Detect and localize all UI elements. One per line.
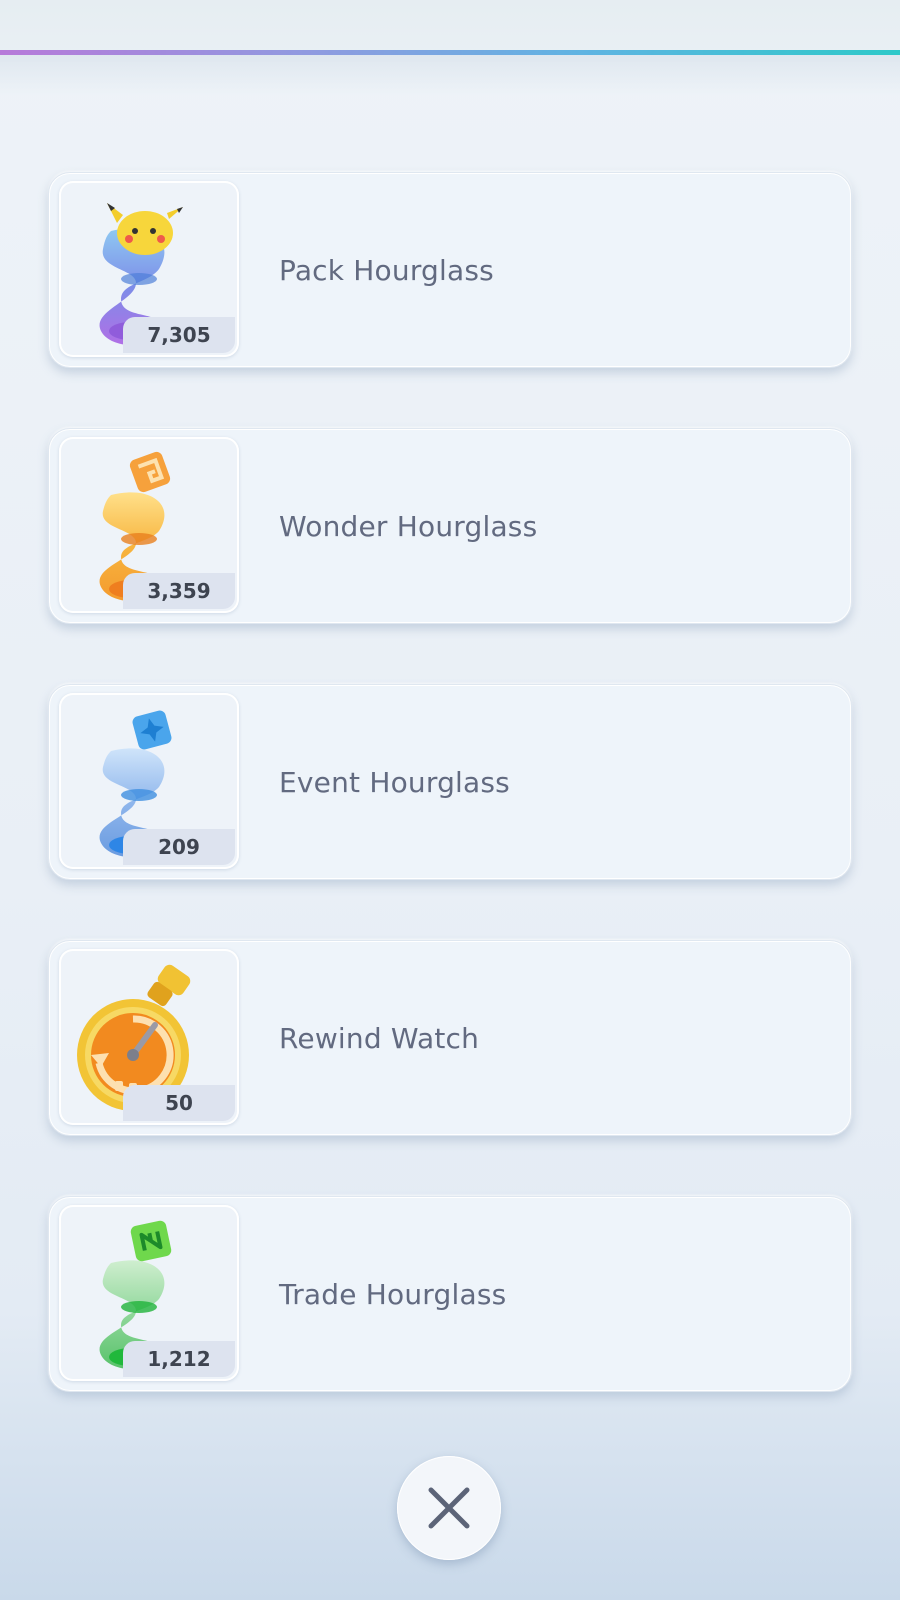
item-thumbnail: 7,305 [59, 181, 239, 357]
item-card-trade-hourglass[interactable]: 1,212 Trade Hourglass [48, 1196, 852, 1392]
item-label: Rewind Watch [279, 1022, 480, 1055]
item-label: Wonder Hourglass [279, 510, 538, 543]
item-card-pack-hourglass[interactable]: 7,305 Pack Hourglass [48, 172, 852, 368]
item-card-event-hourglass[interactable]: 209 Event Hourglass [48, 684, 852, 880]
item-count: 1,212 [123, 1341, 235, 1377]
item-count: 7,305 [123, 317, 235, 353]
item-thumbnail: 1,212 [59, 1205, 239, 1381]
header-shadow [0, 55, 900, 95]
item-card-rewind-watch[interactable]: 50 Rewind Watch [48, 940, 852, 1136]
item-thumbnail: 209 [59, 693, 239, 869]
item-card-wonder-hourglass[interactable]: 3,359 Wonder Hourglass [48, 428, 852, 624]
item-thumbnail: 50 [59, 949, 239, 1125]
item-count: 3,359 [123, 573, 235, 609]
item-count: 209 [123, 829, 235, 865]
item-label: Trade Hourglass [279, 1278, 507, 1311]
item-label: Event Hourglass [279, 766, 510, 799]
item-label: Pack Hourglass [279, 254, 494, 287]
close-button[interactable] [397, 1456, 501, 1560]
item-thumbnail: 3,359 [59, 437, 239, 613]
item-count: 50 [123, 1085, 235, 1121]
close-icon [428, 1487, 470, 1529]
item-list: 7,305 Pack Hourglass 3,359 Wonder Hourgl… [48, 172, 852, 1452]
